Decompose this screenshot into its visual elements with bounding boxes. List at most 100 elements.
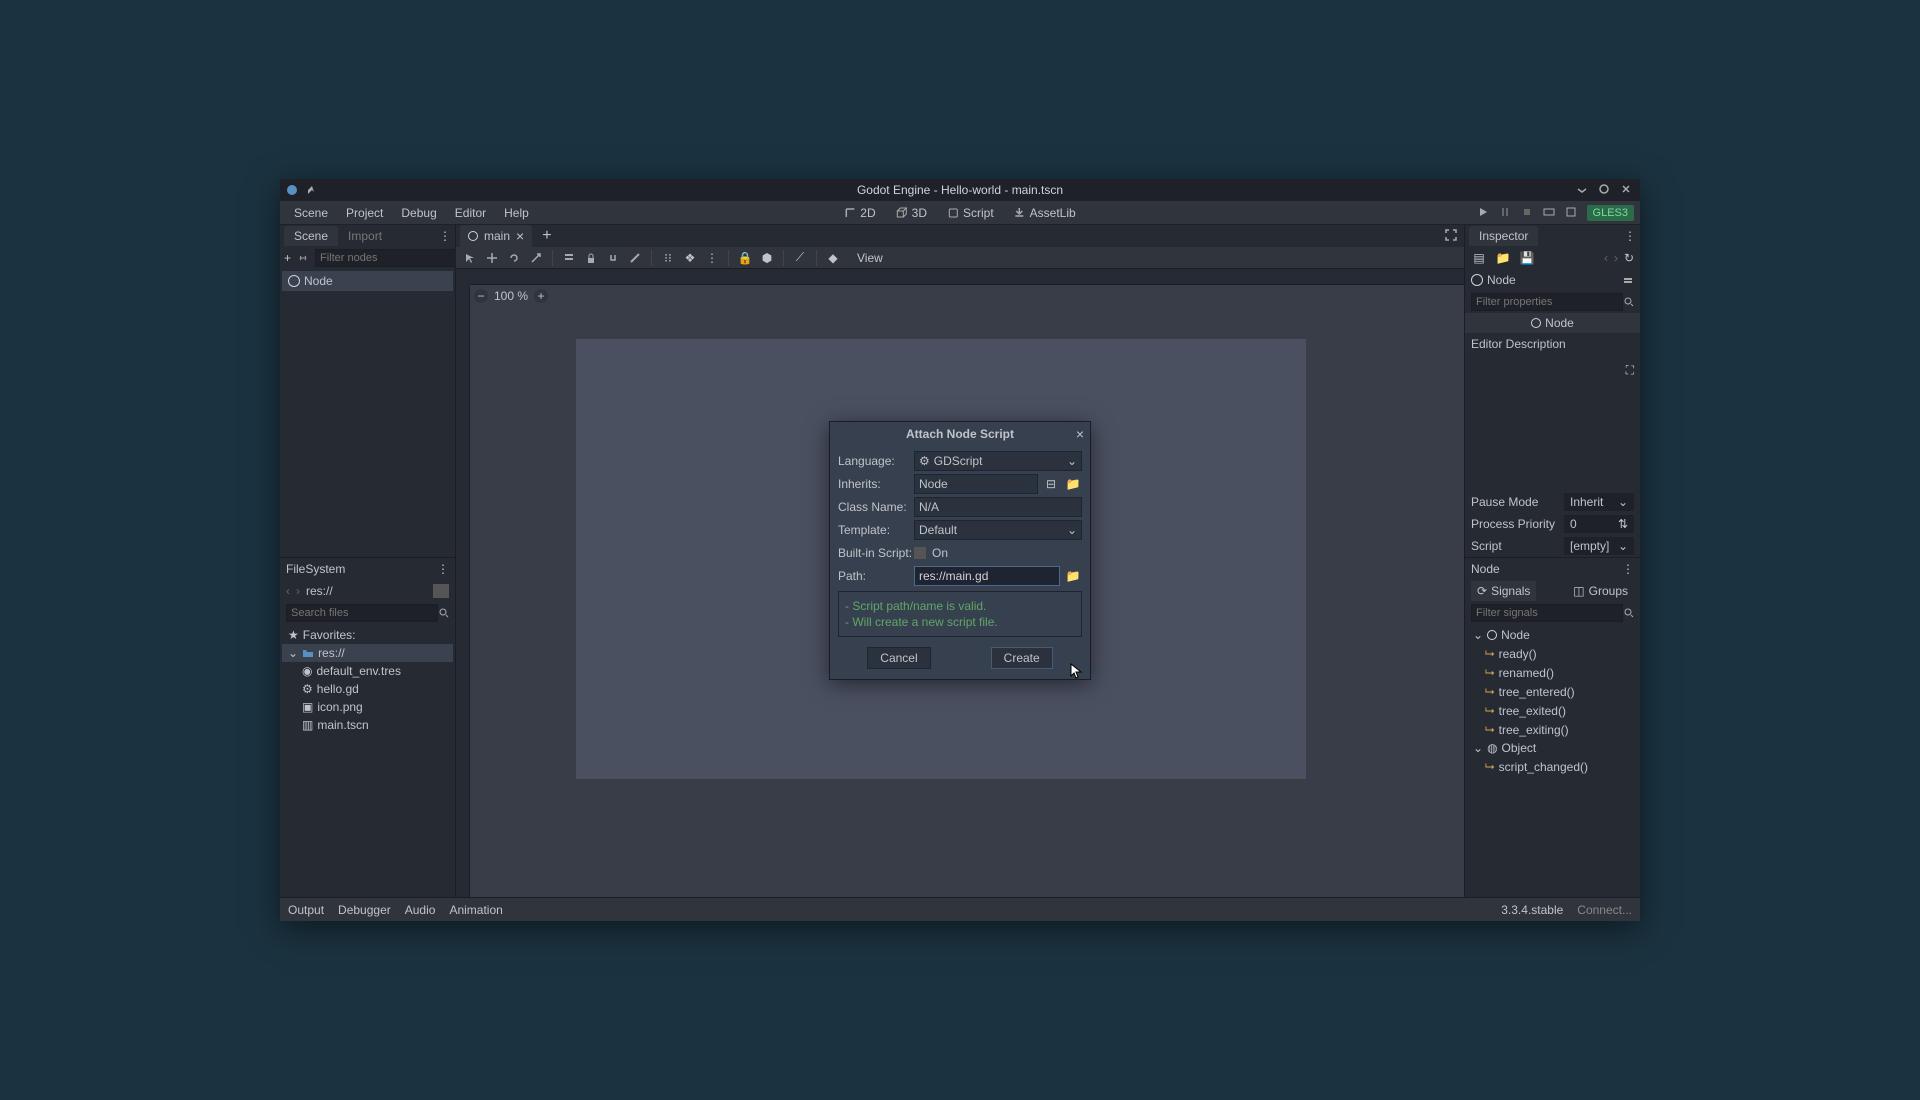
select-tool-icon[interactable] (462, 250, 478, 266)
fs-file[interactable]: ▥main.tscn (282, 716, 453, 734)
inherits-input[interactable]: Node (914, 474, 1038, 494)
fs-search-input[interactable] (286, 604, 438, 622)
list-tool-icon[interactable] (561, 250, 577, 266)
renderer-badge[interactable]: GLES3 (1587, 205, 1634, 221)
file-icon[interactable]: ▤ (1471, 250, 1487, 266)
tab-audio[interactable]: Audio (405, 903, 436, 917)
scale-tool-icon[interactable] (528, 250, 544, 266)
signal-item[interactable]: ⮡ready() (1467, 644, 1638, 663)
mode-3d[interactable]: 3D (888, 203, 935, 223)
play-custom-button[interactable] (1565, 206, 1579, 220)
grid-icon[interactable]: ❖ (682, 250, 698, 266)
signal-item[interactable]: ⮡tree_entered() (1467, 682, 1638, 701)
mode-assetlib[interactable]: AssetLib (1006, 203, 1084, 223)
dialog-close-icon[interactable]: × (1076, 426, 1084, 442)
signal-item[interactable]: ⮡script_changed() (1467, 757, 1638, 776)
back-icon[interactable]: ‹ (1604, 251, 1608, 265)
scene-tree-node[interactable]: Node (282, 271, 453, 291)
panel-menu-icon[interactable]: ⋮ (439, 229, 451, 243)
fs-view-toggle-icon[interactable] (433, 584, 449, 598)
language-dropdown[interactable]: ⚙GDScript ⌄ (914, 451, 1082, 471)
filter-signals-input[interactable] (1471, 604, 1623, 622)
history-icon[interactable]: ↻ (1624, 251, 1634, 265)
menu-help[interactable]: Help (496, 203, 537, 223)
panel-menu-icon[interactable]: ⋮ (1624, 229, 1636, 243)
tab-inspector[interactable]: Inspector (1469, 226, 1538, 246)
tab-signals[interactable]: ⟳Signals (1471, 581, 1536, 601)
mode-script[interactable]: Script (939, 203, 1002, 223)
zoom-out-icon[interactable]: − (474, 289, 488, 303)
signal-item[interactable]: ⮡renamed() (1467, 663, 1638, 682)
add-node-icon[interactable]: + (284, 250, 291, 266)
tab-import[interactable]: Import (338, 226, 392, 246)
fs-file[interactable]: ▣icon.png (282, 698, 453, 716)
play-button[interactable] (1477, 206, 1491, 220)
more-icon[interactable]: ⋮ (704, 250, 720, 266)
pan-tool-icon[interactable] (605, 250, 621, 266)
search-icon[interactable] (1623, 605, 1635, 621)
folder-open-icon[interactable]: 📁 (1495, 250, 1511, 266)
fs-file[interactable]: ◉default_env.tres (282, 662, 453, 680)
lock-icon[interactable]: 🔒 (737, 250, 753, 266)
zoom-in-icon[interactable]: + (534, 289, 548, 303)
fs-back-icon[interactable]: ‹ (286, 584, 290, 598)
pause-button[interactable] (1499, 206, 1513, 220)
builtin-checkbox[interactable] (914, 547, 926, 559)
folder-icon[interactable]: 📁 (1064, 475, 1082, 493)
filter-properties-input[interactable] (1471, 293, 1623, 311)
create-button[interactable]: Create (991, 647, 1053, 669)
connect-button[interactable]: Connect... (1577, 903, 1632, 917)
snap-icon[interactable]: ⁝⁝ (660, 250, 676, 266)
bone-icon[interactable]: ⟋ (792, 250, 808, 266)
template-dropdown[interactable]: Default ⌄ (914, 520, 1082, 540)
tab-animation[interactable]: Animation (449, 903, 502, 917)
fs-root[interactable]: ⌄res:// (282, 644, 453, 662)
link-icon[interactable] (297, 250, 309, 266)
cancel-button[interactable]: Cancel (867, 647, 930, 669)
pin-icon[interactable] (306, 184, 318, 196)
menu-project[interactable]: Project (338, 203, 391, 223)
maximize-icon[interactable] (1598, 183, 1612, 197)
search-icon[interactable] (1623, 294, 1635, 310)
tab-scene[interactable]: Scene (284, 226, 338, 246)
signal-category-node[interactable]: ⌄Node (1467, 626, 1638, 644)
fs-file[interactable]: ⚙hello.gd (282, 680, 453, 698)
signal-item[interactable]: ⮡tree_exited() (1467, 701, 1638, 720)
expand-prop-icon[interactable]: ⛶ (1626, 363, 1634, 378)
inspector-section-node[interactable]: Node (1465, 313, 1640, 333)
tab-groups[interactable]: ◫Groups (1567, 581, 1634, 601)
lock-tool-icon[interactable] (583, 250, 599, 266)
fs-favorites[interactable]: ★Favorites: (282, 626, 453, 644)
panel-menu-icon[interactable]: ⋮ (1622, 562, 1634, 576)
signal-category-object[interactable]: ⌄◍Object (1467, 739, 1638, 757)
fs-menu-icon[interactable]: ⋮ (437, 562, 449, 576)
signal-item[interactable]: ⮡tree_exiting() (1467, 720, 1638, 739)
folder-icon[interactable]: 📁 (1064, 567, 1082, 585)
fwd-icon[interactable]: › (1614, 251, 1618, 265)
expand-icon[interactable] (1444, 228, 1460, 244)
filter-nodes-input[interactable] (315, 249, 467, 267)
mode-2d[interactable]: 2D (836, 203, 883, 223)
menu-scene[interactable]: Scene (286, 203, 336, 223)
tab-debugger[interactable]: Debugger (338, 903, 391, 917)
rotate-tool-icon[interactable] (506, 250, 522, 266)
stop-button[interactable] (1521, 206, 1535, 220)
search-icon[interactable] (438, 605, 450, 621)
script-dropdown[interactable]: [empty]⌄ (1564, 537, 1634, 555)
ruler-tool-icon[interactable] (627, 250, 643, 266)
scene-tab-main[interactable]: main × (460, 225, 532, 247)
save-icon[interactable]: 💾 (1519, 250, 1535, 266)
close-tab-icon[interactable]: × (516, 228, 524, 244)
settings-icon[interactable] (1622, 274, 1634, 286)
minimize-icon[interactable] (1576, 183, 1590, 197)
group-icon[interactable]: ⬢ (759, 250, 775, 266)
tab-output[interactable]: Output (288, 903, 324, 917)
path-input[interactable] (914, 566, 1060, 586)
close-icon[interactable] (1620, 183, 1634, 197)
pause-mode-dropdown[interactable]: Inherit⌄ (1564, 493, 1634, 511)
view-menu[interactable]: View (849, 248, 891, 268)
move-tool-icon[interactable] (484, 250, 500, 266)
fs-fwd-icon[interactable]: › (296, 584, 300, 598)
process-priority-input[interactable]: 0⇅ (1564, 515, 1634, 533)
add-tab-icon[interactable]: + (536, 227, 557, 245)
